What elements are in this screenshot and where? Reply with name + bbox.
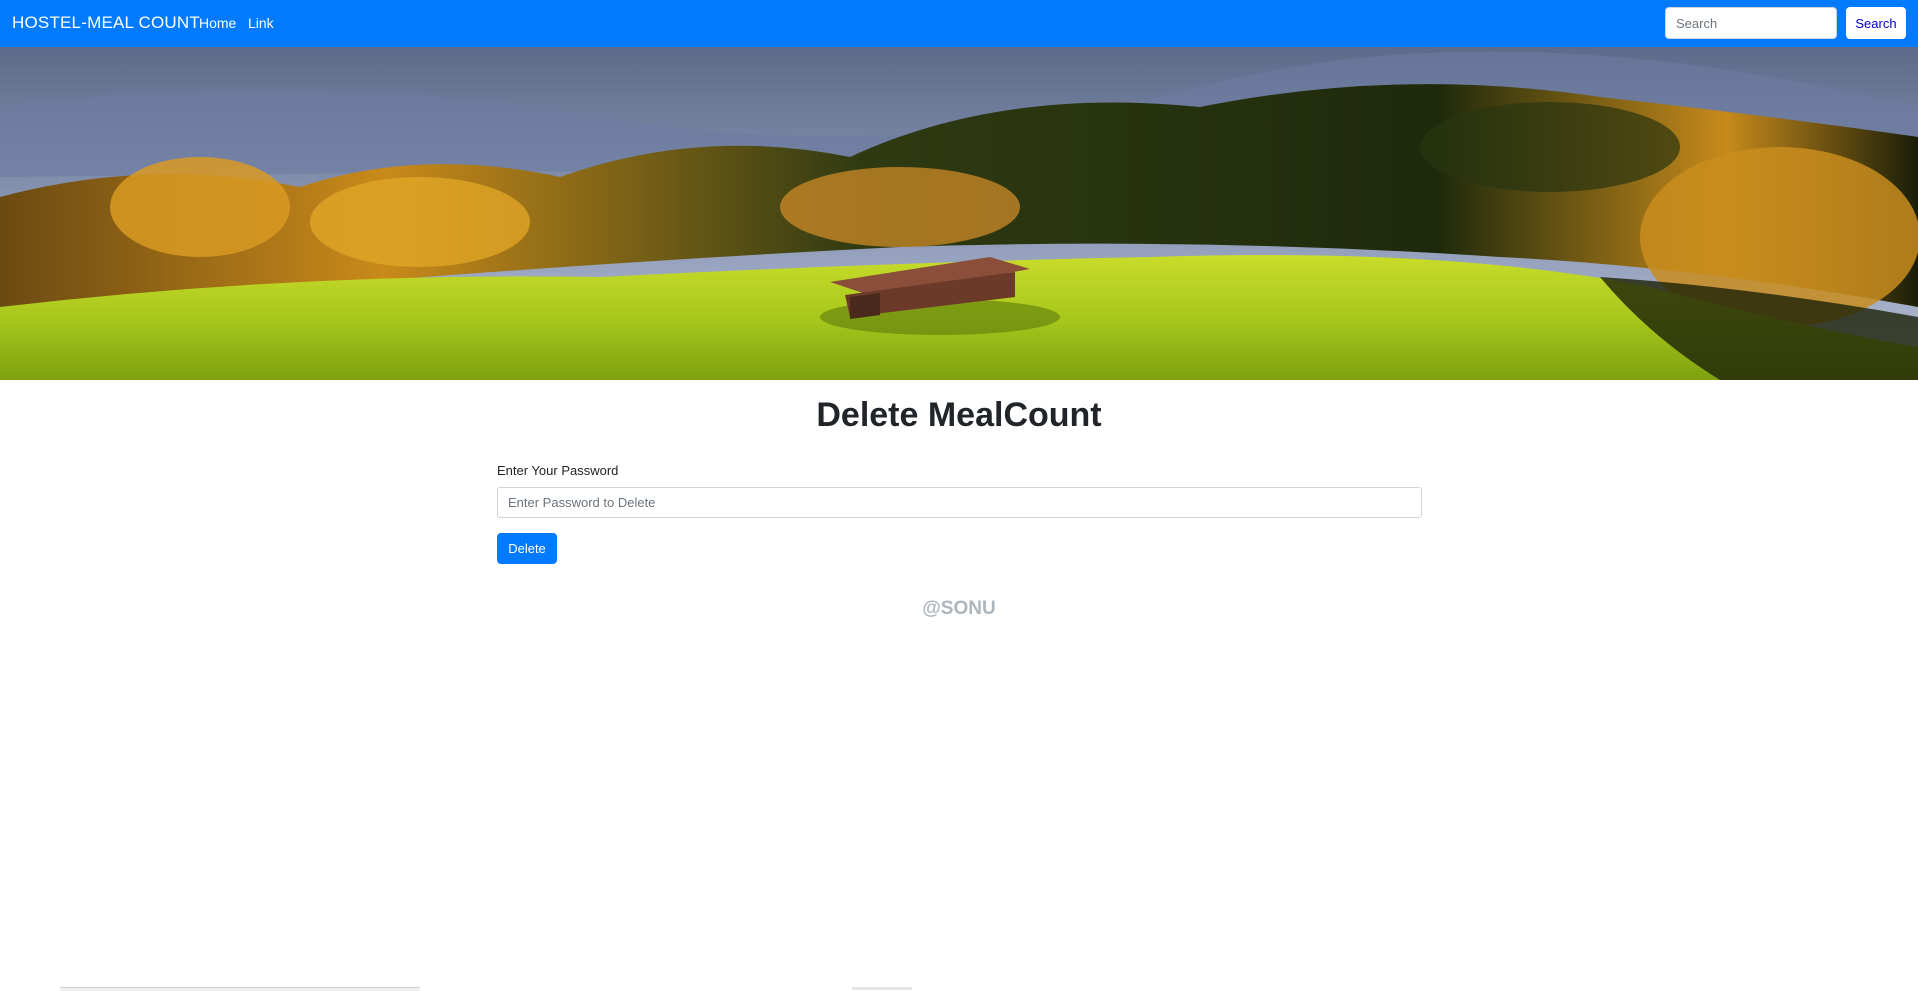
search-button[interactable]: Search xyxy=(1846,7,1906,39)
search-input[interactable] xyxy=(1665,7,1837,39)
password-field[interactable] xyxy=(497,487,1422,518)
footer-credit: @SONU xyxy=(922,598,996,619)
password-label: Enter Your Password xyxy=(497,463,619,478)
page-title: Delete MealCount xyxy=(816,396,1102,434)
brand-logo-text[interactable]: HOSTEL-MEAL COUNT xyxy=(12,13,200,33)
horizontal-scrollbar[interactable] xyxy=(60,987,420,991)
scrollbar-thumb[interactable] xyxy=(852,987,912,990)
top-navbar: HOSTEL-MEAL COUNT Home Link Search xyxy=(0,0,1918,47)
landscape-banner-image xyxy=(0,47,1918,380)
nav-link-link[interactable]: Link xyxy=(248,15,274,31)
delete-button[interactable]: Delete xyxy=(497,533,557,564)
nav-link-home[interactable]: Home xyxy=(199,15,236,31)
